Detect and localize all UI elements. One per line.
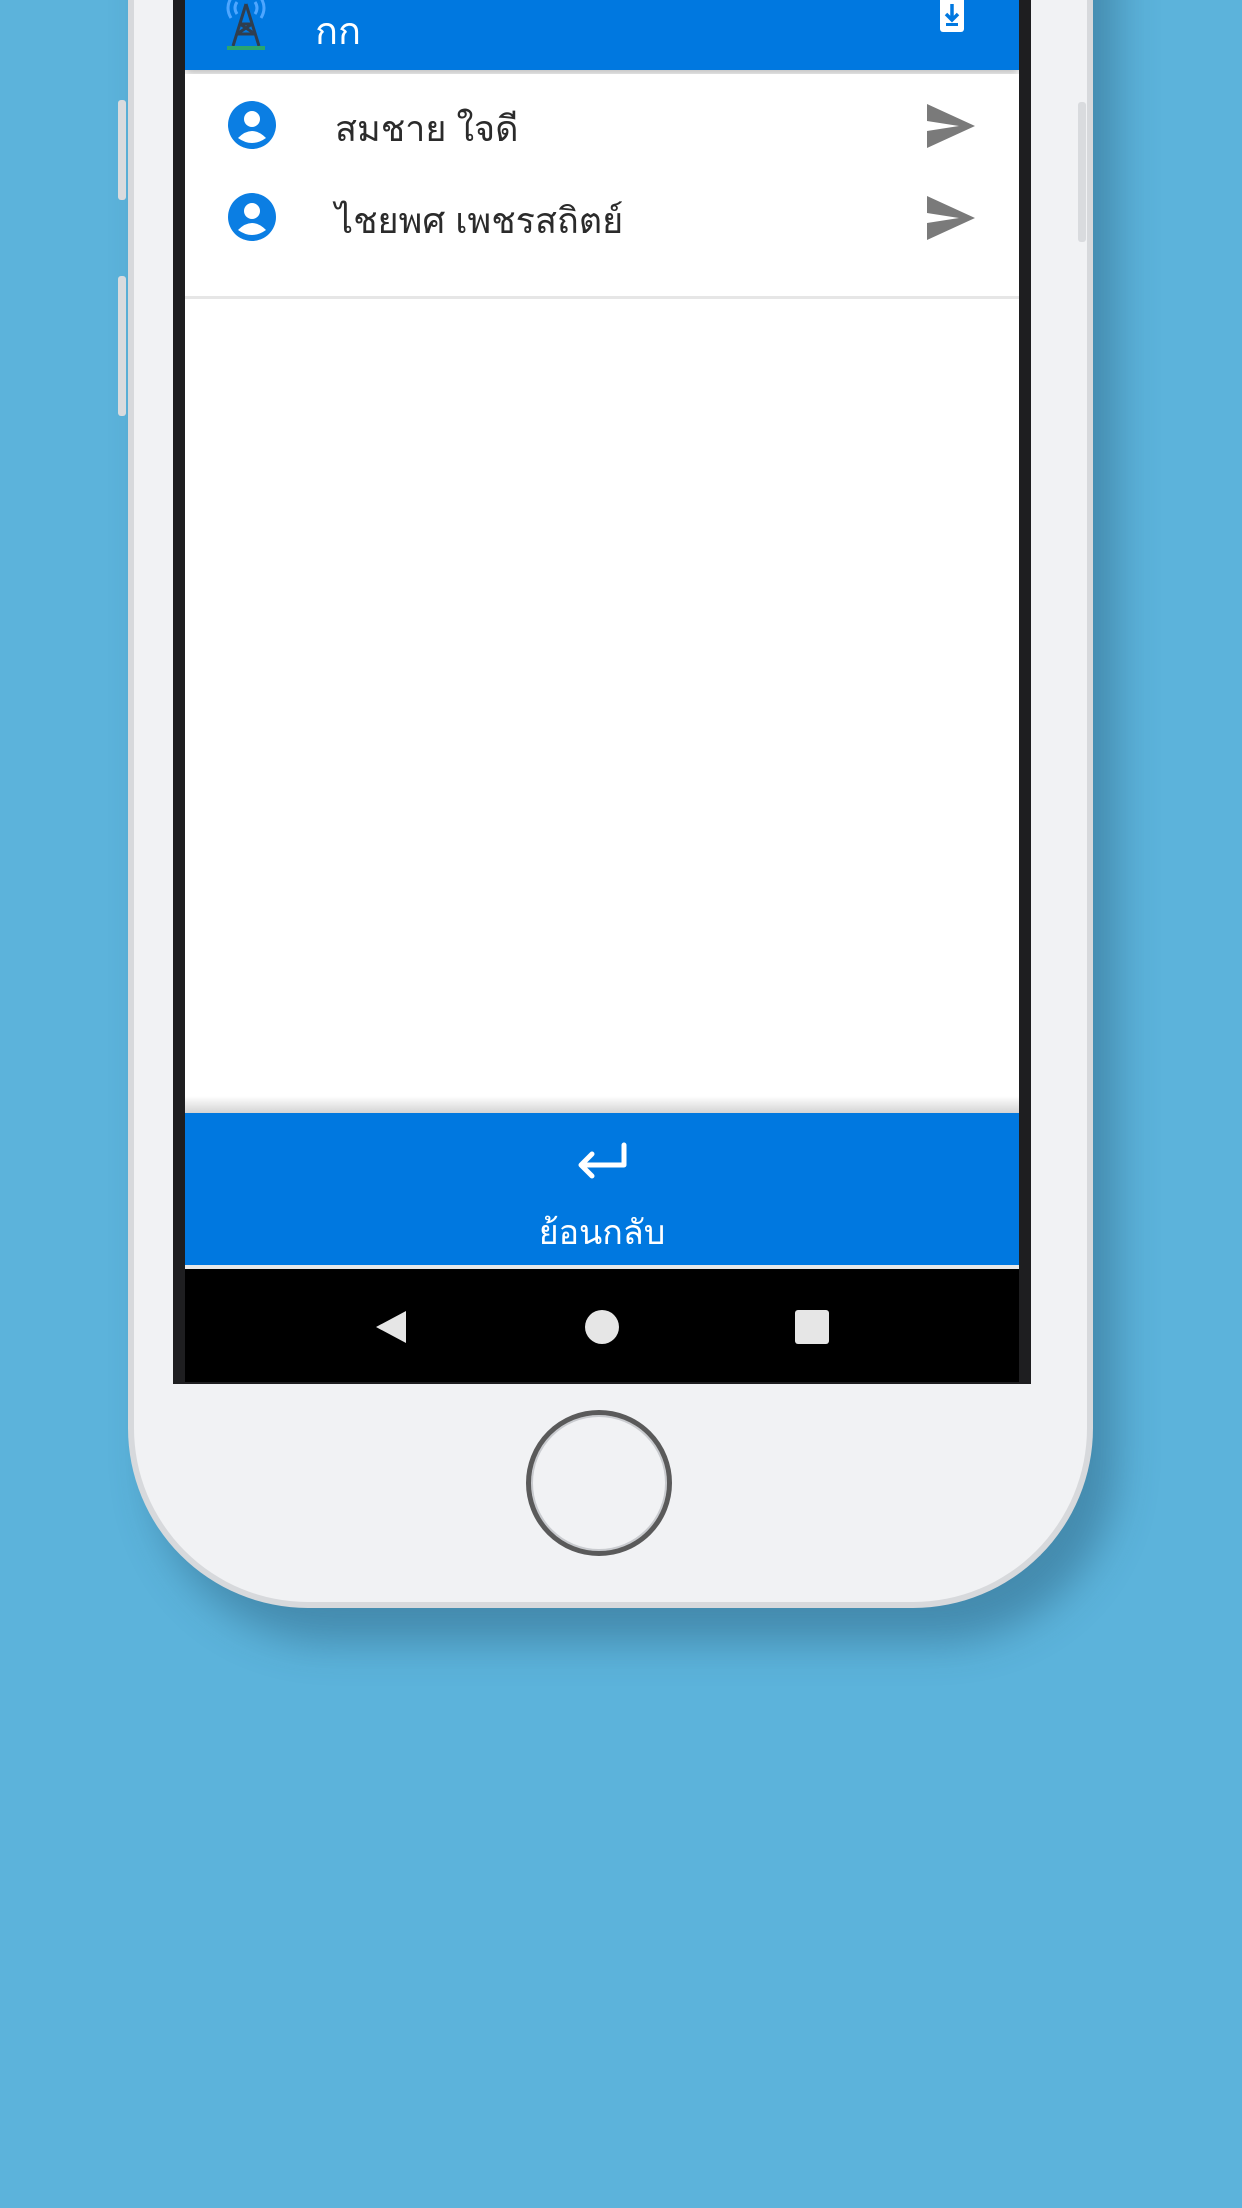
contact-name: สมชาย ใจดี — [335, 108, 519, 149]
divider-shadow — [185, 1096, 1019, 1114]
send-icon[interactable] — [925, 102, 977, 150]
phone-power-button — [1078, 102, 1086, 242]
contact-list: สมชาย ใจดี ไชยพศ เพชรสถิตย์ — [185, 74, 1019, 299]
download-phone-icon[interactable] — [937, 0, 967, 34]
list-item[interactable]: ไชยพศ เพชรสถิตย์ — [185, 172, 1019, 264]
list-item[interactable]: สมชาย ใจดี — [185, 80, 1019, 172]
app-screen: กก สมชาย ใจดี ไชยพศ เพชรสถิตย์ ย้อนกลับ — [185, 0, 1019, 1382]
return-arrow-icon — [578, 1142, 627, 1179]
page-title: กก — [315, 11, 362, 53]
recents-square-icon[interactable] — [792, 1307, 832, 1347]
phone-home-button[interactable] — [526, 1410, 672, 1556]
account-circle-icon — [228, 193, 276, 241]
send-icon[interactable] — [925, 194, 977, 242]
back-button[interactable]: ย้อนกลับ — [185, 1113, 1019, 1265]
phone-side-button — [118, 276, 126, 416]
back-triangle-icon[interactable] — [372, 1307, 412, 1347]
system-nav-bar — [185, 1269, 1019, 1382]
radio-tower-icon — [226, 0, 266, 50]
home-circle-icon[interactable] — [582, 1307, 622, 1347]
back-label: ย้อนกลับ — [538, 1214, 666, 1252]
phone-side-button — [118, 100, 126, 200]
app-bar: กก — [185, 0, 1019, 70]
account-circle-icon — [228, 101, 276, 149]
contact-name: ไชยพศ เพชรสถิตย์ — [335, 200, 624, 241]
